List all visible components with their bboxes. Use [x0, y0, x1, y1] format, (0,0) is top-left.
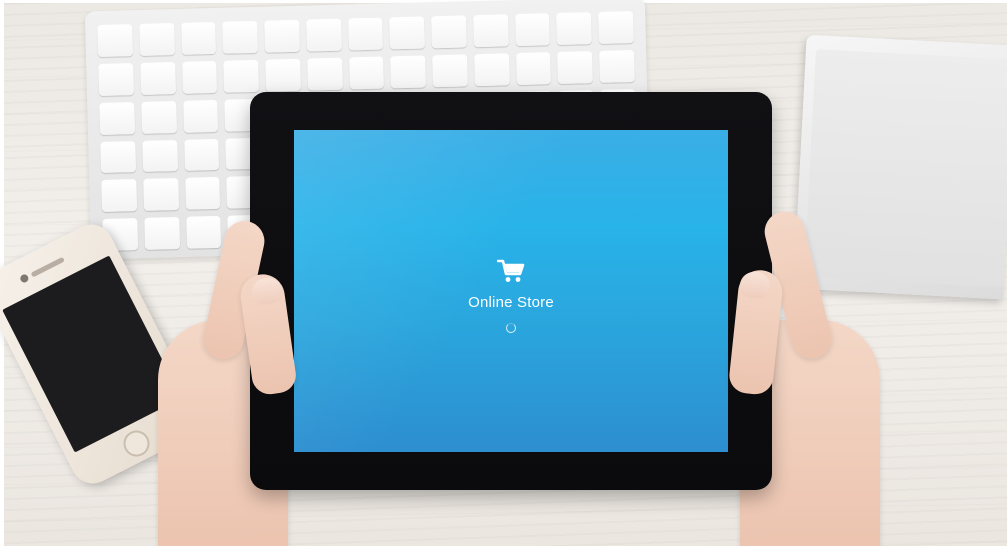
key — [97, 24, 133, 57]
trackpad — [793, 34, 1007, 300]
key — [140, 100, 177, 134]
key — [431, 15, 467, 49]
key — [222, 20, 259, 54]
key — [265, 58, 301, 92]
key — [515, 52, 552, 85]
key — [473, 14, 509, 48]
key — [180, 21, 217, 55]
phone-home-button — [119, 426, 154, 462]
key — [184, 177, 221, 210]
key — [557, 50, 594, 84]
phone-speaker — [30, 256, 65, 278]
key — [347, 17, 384, 51]
key — [181, 60, 218, 94]
photo-scene: Online Store — [0, 0, 1007, 546]
key — [348, 56, 385, 90]
key — [183, 138, 220, 172]
key — [264, 19, 300, 53]
tablet: Online Store — [250, 92, 772, 490]
key — [556, 12, 593, 45]
key — [307, 57, 343, 91]
key — [223, 59, 260, 93]
key — [598, 11, 634, 44]
key — [474, 53, 510, 86]
key — [138, 23, 175, 56]
key — [390, 55, 427, 89]
key — [432, 54, 468, 87]
key — [389, 16, 426, 50]
key — [98, 62, 134, 96]
loading-spinner-icon — [506, 323, 516, 333]
phone-camera — [18, 273, 30, 284]
key — [143, 178, 179, 212]
key — [182, 99, 219, 133]
key — [144, 217, 180, 250]
tablet-screen: Online Store — [294, 130, 728, 452]
key — [101, 179, 137, 213]
key — [599, 49, 635, 83]
key — [305, 18, 342, 52]
key — [139, 61, 176, 95]
key — [99, 101, 135, 135]
key — [142, 139, 178, 173]
key — [185, 216, 222, 249]
app-title: Online Store — [468, 294, 554, 311]
shopping-cart-icon — [497, 259, 525, 282]
key — [514, 13, 551, 46]
key — [100, 140, 136, 174]
